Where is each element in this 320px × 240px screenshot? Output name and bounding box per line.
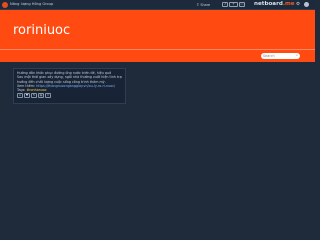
search-box[interactable]: ⌕ — [261, 52, 300, 59]
post-line-2: Sau một thời gian xây dựng, ngôi nhà thư… — [17, 75, 122, 80]
board-title: roriniuoc — [13, 23, 71, 38]
share-icon[interactable]: ⇪ — [45, 93, 51, 99]
logo-suffix: .me — [282, 1, 295, 7]
search-icon[interactable]: ⌕ — [296, 53, 298, 58]
top-navbar: Năng lượng Hồng Group ⇪ Share ♪ + ▭ netb… — [0, 0, 315, 10]
board-subbar: ⌕ — [0, 49, 315, 62]
brand-name[interactable]: Năng lượng Hồng Group — [10, 0, 53, 9]
bookmark-icon[interactable]: ▤ — [38, 93, 44, 99]
post-actions: ∞ ♥ ✎ ▤ ⇪ — [17, 93, 122, 99]
share-icon: ⇪ — [196, 2, 200, 7]
share-button[interactable]: ⇪ Share — [196, 0, 210, 9]
nav-icon-group: ♪ + ▭ — [222, 1, 245, 7]
post-tags-line: Tags: #ronhanuoc — [17, 88, 122, 92]
gear-icon[interactable]: ⚙ — [296, 0, 300, 9]
link-icon[interactable]: ∞ — [17, 93, 23, 99]
plus-icon[interactable]: + — [229, 1, 238, 7]
comment-icon[interactable]: ✎ — [31, 93, 37, 99]
post-card[interactable]: Hướng dẫn khắc phục đường ống nước triển… — [13, 68, 126, 104]
post-tag[interactable]: #ronhanuoc — [26, 88, 46, 92]
user-avatar[interactable] — [304, 2, 309, 7]
chat-icon[interactable]: ▭ — [239, 1, 245, 7]
post-link[interactable]: https://thongnuocnganggiay.vn/xu-ly-ro-r… — [36, 84, 115, 88]
share-label: Share — [200, 2, 211, 7]
bell-icon[interactable]: ♪ — [222, 1, 228, 7]
logo-text: netboard — [254, 1, 283, 7]
board-header: roriniuoc — [0, 10, 315, 49]
netboard-logo[interactable]: netboard.me — [254, 0, 295, 9]
heart-icon[interactable]: ♥ — [24, 93, 30, 99]
brand-avatar[interactable] — [2, 1, 8, 8]
search-input[interactable] — [263, 53, 296, 58]
